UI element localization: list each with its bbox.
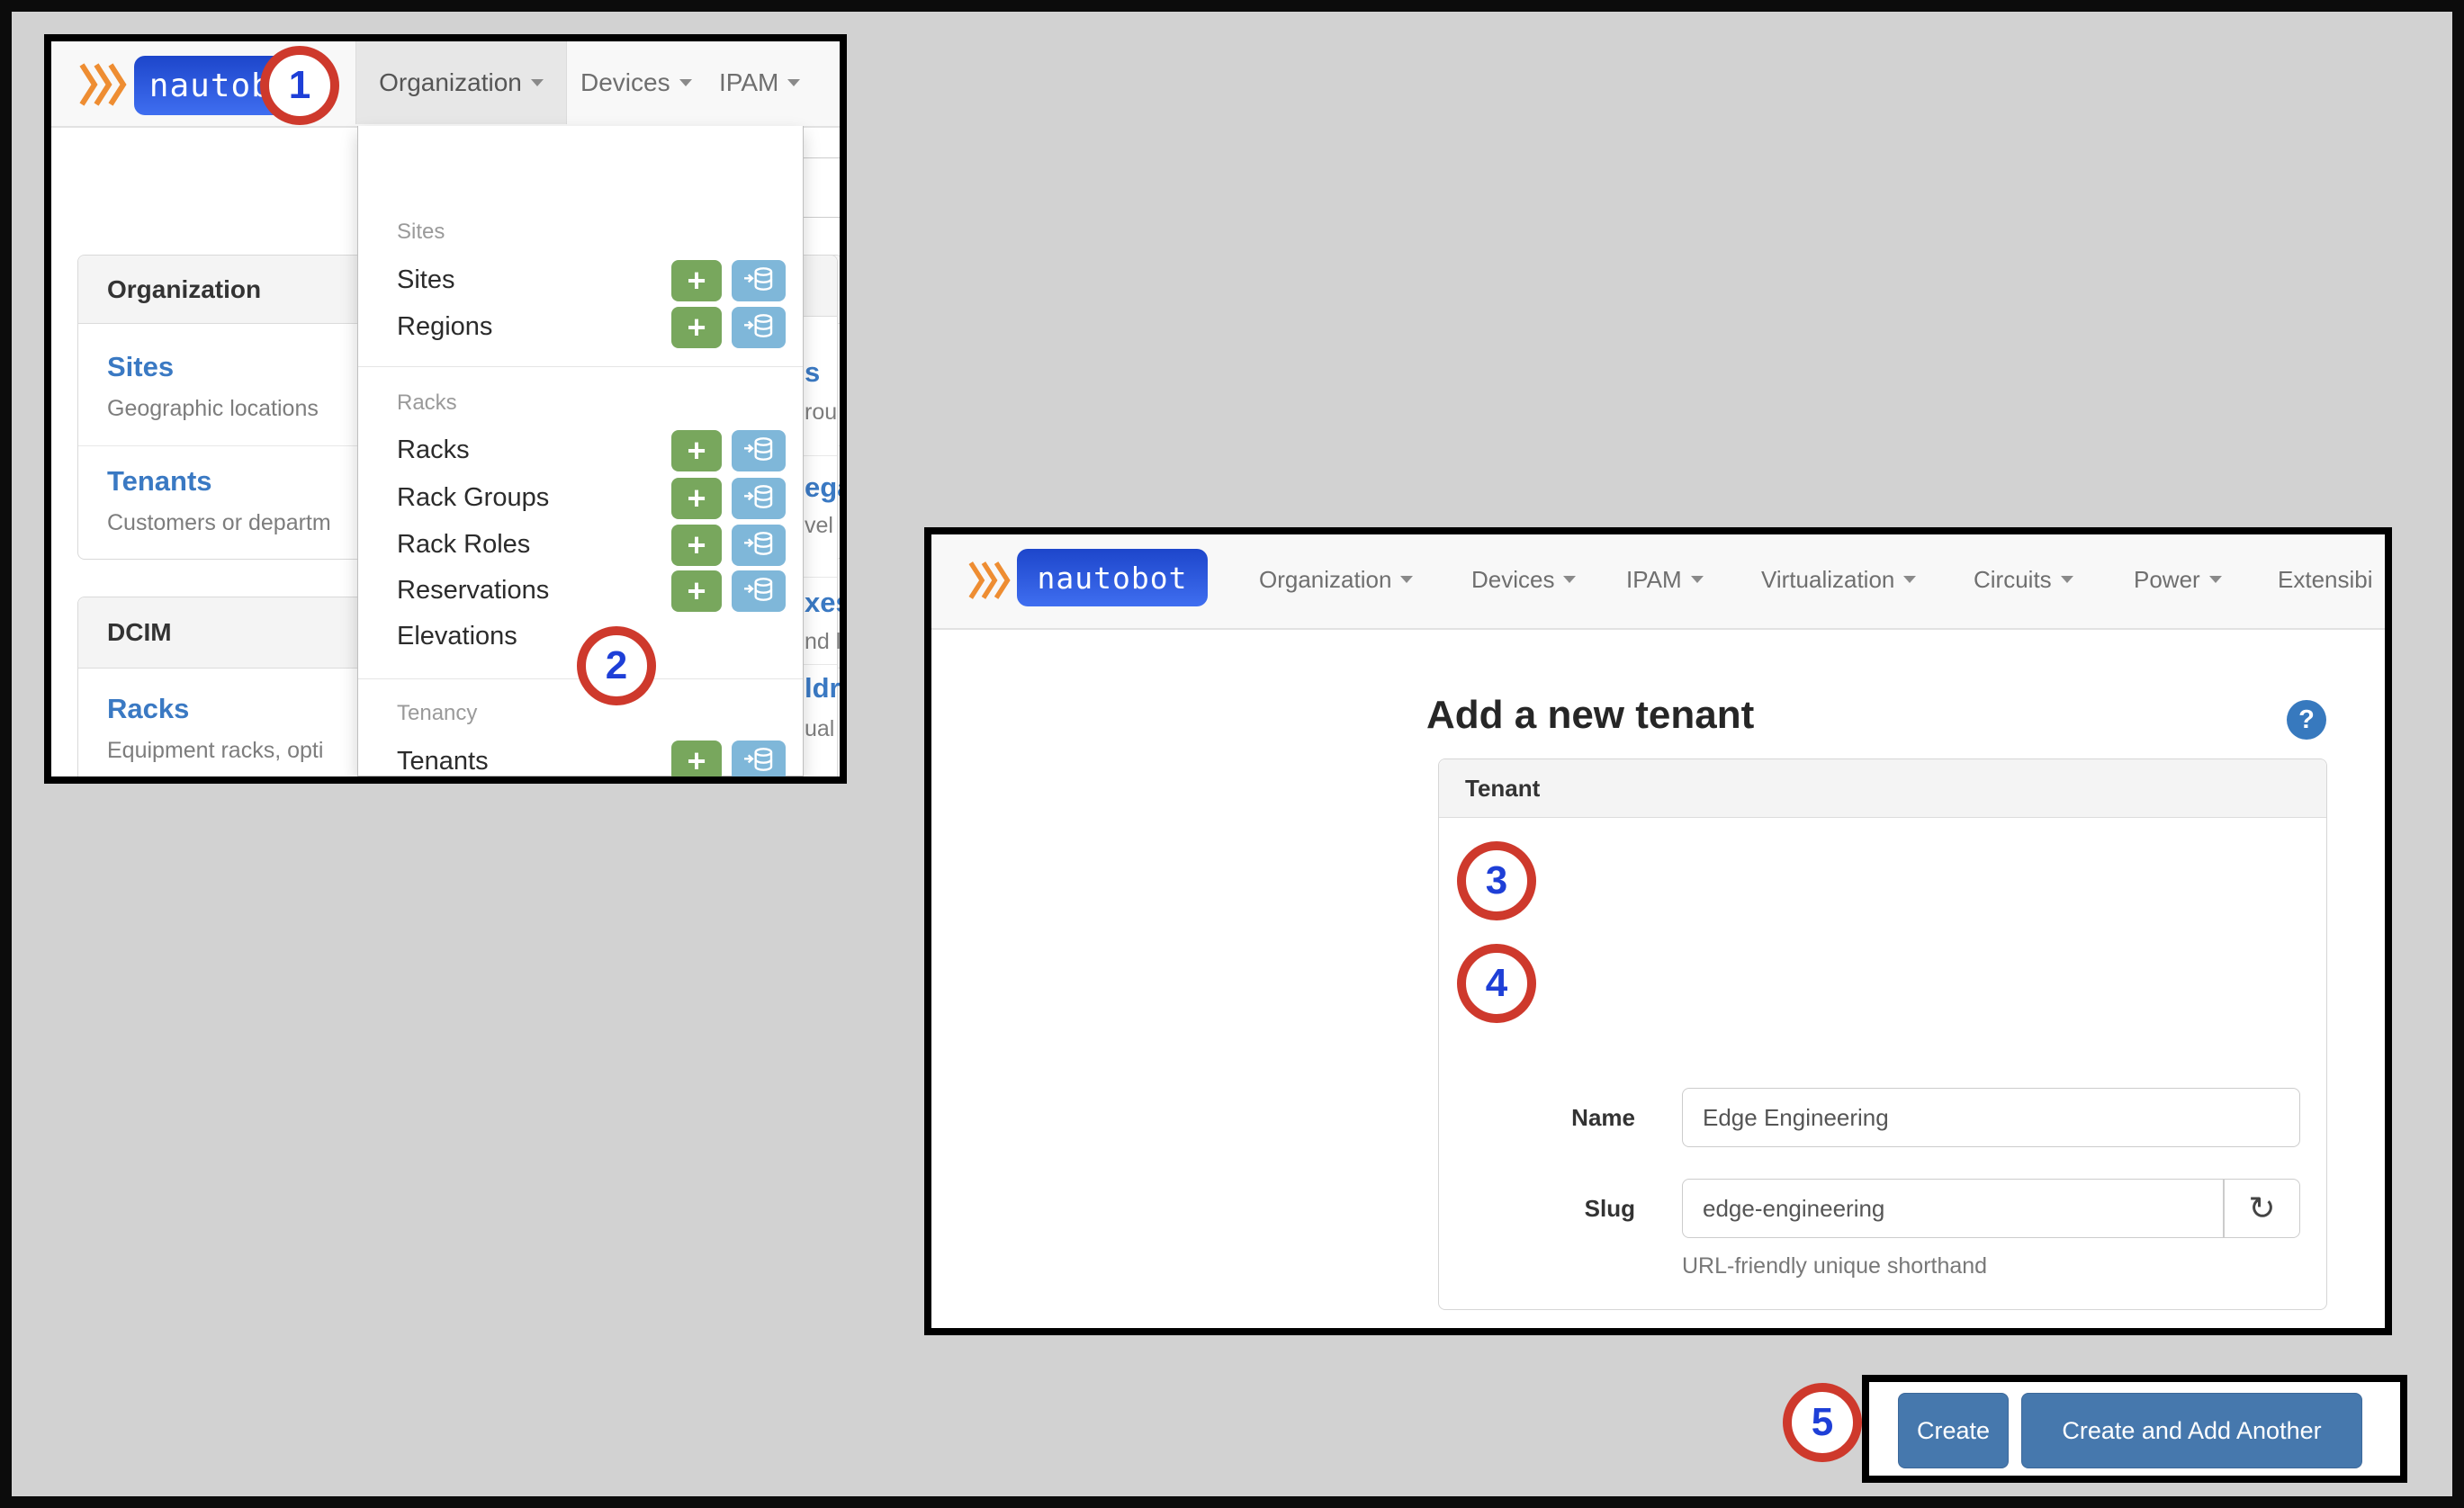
database-import-icon xyxy=(742,482,775,516)
help-icon[interactable]: ? xyxy=(2287,700,2326,740)
refresh-icon: ↻ xyxy=(2248,1189,2275,1227)
menu-item-regions[interactable]: Regions xyxy=(397,312,492,342)
slug-label: Slug xyxy=(1439,1195,1635,1223)
tenants-desc: Customers or departm xyxy=(107,510,331,536)
chevron-down-icon xyxy=(679,79,692,86)
nav-organization[interactable]: Organization xyxy=(355,41,567,124)
callout-1: 1 xyxy=(260,46,339,125)
database-import-icon xyxy=(742,575,775,608)
callout-2: 2 xyxy=(577,626,656,705)
nav-ipam[interactable]: IPAM xyxy=(1626,534,1704,624)
menu-section-sites: Sites xyxy=(397,220,445,245)
database-import-icon xyxy=(742,311,775,345)
nav-ipam[interactable]: IPAM xyxy=(719,41,800,124)
tenant-panel-header: Tenant xyxy=(1439,759,2326,818)
nav-extensibility[interactable]: Extensibi xyxy=(2278,534,2373,624)
screenshot-organization-menu: nautobot Organization Devices IPAM Organ… xyxy=(44,34,847,784)
nav-organization[interactable]: Organization xyxy=(1259,534,1413,624)
link-fragment[interactable]: ldr xyxy=(805,672,841,705)
name-input[interactable] xyxy=(1682,1088,2300,1147)
panel-title: DCIM xyxy=(107,618,172,647)
import-tenants-button[interactable] xyxy=(732,741,786,782)
menu-item-racks[interactable]: Racks xyxy=(397,435,470,465)
tenants-link[interactable]: Tenants xyxy=(107,465,212,498)
nautobot-chevrons-icon xyxy=(967,560,1012,606)
database-import-icon xyxy=(742,529,775,562)
menu-item-rack-roles[interactable]: Rack Roles xyxy=(397,530,530,560)
desc-fragment: ual xyxy=(805,716,834,742)
nav-devices[interactable]: Devices xyxy=(1471,534,1576,624)
navbar: nautobot Organization Devices IPAM Virtu… xyxy=(931,534,2385,630)
menu-section-racks: Racks xyxy=(397,390,457,416)
menu-item-sites[interactable]: Sites xyxy=(397,265,454,295)
chevron-down-icon xyxy=(1400,576,1413,583)
database-import-icon xyxy=(742,745,775,778)
chevron-down-icon xyxy=(1691,576,1704,583)
add-regions-button[interactable]: + xyxy=(671,307,722,348)
navbar: nautobot Organization Devices IPAM xyxy=(51,41,840,128)
nav-power[interactable]: Power xyxy=(2134,534,2222,624)
nav-virtualization[interactable]: Virtualization xyxy=(1761,534,1916,624)
link-fragment[interactable]: xes xyxy=(805,587,847,619)
nav-circuits[interactable]: Circuits xyxy=(1974,534,2073,624)
sites-desc: Geographic locations xyxy=(107,396,319,422)
import-rack-groups-button[interactable] xyxy=(732,478,786,519)
regenerate-slug-button[interactable]: ↻ xyxy=(2224,1179,2300,1238)
group-select[interactable]: --------- xyxy=(1682,1334,2300,1335)
create-button[interactable]: Create xyxy=(1898,1393,2009,1468)
nautobot-chevrons-icon xyxy=(78,61,129,112)
import-sites-button[interactable] xyxy=(732,260,786,301)
chevron-down-icon xyxy=(531,79,544,86)
add-rack-roles-button[interactable]: + xyxy=(671,525,722,566)
add-sites-button[interactable]: + xyxy=(671,260,722,301)
slug-help-text: URL-friendly unique shorthand xyxy=(1682,1253,1987,1279)
link-fragment[interactable]: s xyxy=(805,356,820,389)
tutorial-canvas: nautobot Organization Devices IPAM Organ… xyxy=(0,0,2464,1508)
menu-divider xyxy=(358,366,803,367)
chevron-down-icon xyxy=(2209,576,2222,583)
chevron-down-icon xyxy=(2061,576,2073,583)
menu-item-rack-groups[interactable]: Rack Groups xyxy=(397,483,549,513)
database-import-icon xyxy=(742,265,775,298)
callout-5: 5 xyxy=(1783,1383,1862,1462)
racks-link[interactable]: Racks xyxy=(107,693,189,725)
page-title: Add a new tenant xyxy=(1426,693,1754,738)
panel-title: Organization xyxy=(107,275,261,304)
desc-fragment: rou xyxy=(805,399,837,426)
chevron-down-icon xyxy=(1903,576,1916,583)
sites-link[interactable]: Sites xyxy=(107,351,174,383)
menu-item-elevations[interactable]: Elevations xyxy=(397,622,517,651)
add-reservations-button[interactable]: + xyxy=(671,570,722,612)
screenshot-add-tenant-form: nautobot Organization Devices IPAM Virtu… xyxy=(924,527,2392,1335)
form-actions-box: Create Create and Add Another xyxy=(1862,1375,2407,1483)
desc-fragment: vel l xyxy=(805,513,844,539)
import-racks-button[interactable] xyxy=(732,430,786,471)
name-label: Name xyxy=(1439,1104,1635,1132)
tenant-form-panel: Tenant Name Slug ↻ URL-friendly unique s… xyxy=(1438,758,2327,1310)
import-regions-button[interactable] xyxy=(732,307,786,348)
menu-item-tenants[interactable]: Tenants xyxy=(397,747,489,776)
racks-desc: Equipment racks, opti xyxy=(107,738,323,764)
import-reservations-button[interactable] xyxy=(732,570,786,612)
add-tenants-button[interactable]: + xyxy=(671,741,722,782)
menu-section-tenancy: Tenancy xyxy=(397,701,477,726)
chevron-down-icon xyxy=(1563,576,1576,583)
callout-4: 4 xyxy=(1457,944,1536,1023)
add-rack-groups-button[interactable]: + xyxy=(671,478,722,519)
nautobot-logo[interactable]: nautobot xyxy=(1017,549,1208,606)
panel-title: Tenant xyxy=(1465,775,1540,803)
link-fragment[interactable]: ega xyxy=(805,471,847,504)
database-import-icon xyxy=(742,435,775,468)
slug-input[interactable] xyxy=(1682,1179,2224,1238)
add-racks-button[interactable]: + xyxy=(671,430,722,471)
chevron-down-icon xyxy=(787,79,800,86)
callout-3: 3 xyxy=(1457,841,1536,920)
menu-item-reservations[interactable]: Reservations xyxy=(397,576,549,606)
desc-fragment: nd l xyxy=(805,629,841,655)
nav-devices[interactable]: Devices xyxy=(580,41,692,124)
import-rack-roles-button[interactable] xyxy=(732,525,786,566)
create-and-add-another-button[interactable]: Create and Add Another xyxy=(2021,1393,2362,1468)
racks-desc-line2: group xyxy=(107,770,165,784)
